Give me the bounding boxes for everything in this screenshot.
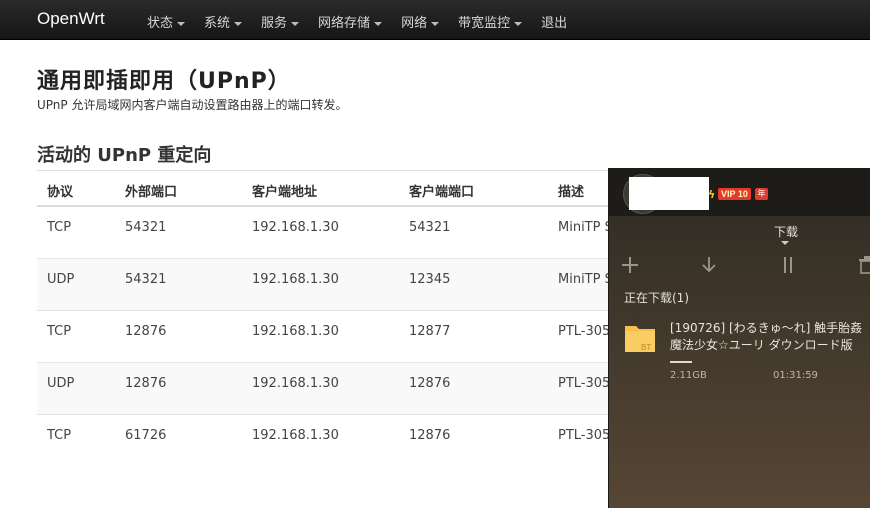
cell-description: MiniTP S: [558, 220, 613, 235]
menu-bandwidth[interactable]: 带宽监控: [458, 12, 523, 31]
column-client-address: 客户端地址: [252, 185, 318, 200]
download-progress-bar: [670, 361, 692, 363]
cell-description: PTL-305/: [558, 376, 615, 391]
username-redacted: [629, 177, 709, 210]
cell-client-port: 12876: [409, 376, 451, 391]
cell-external-port: 61726: [125, 428, 167, 443]
menu-system[interactable]: 系统: [204, 12, 243, 31]
menu-status[interactable]: 状态: [147, 12, 186, 31]
menu-nas[interactable]: 网络存储: [318, 12, 383, 31]
cell-client-port: 12345: [409, 272, 451, 287]
brand-logo[interactable]: OpenWrt: [37, 9, 105, 29]
cell-protocol: TCP: [47, 220, 72, 235]
year-badge: 年: [755, 188, 768, 200]
menu-logout[interactable]: 退出: [541, 12, 567, 31]
download-size: 2.11GB: [670, 370, 707, 381]
chevron-down-icon: [374, 21, 383, 26]
download-time: 01:31:59: [773, 370, 818, 381]
trash-icon[interactable]: [857, 255, 870, 275]
cell-client-address: 192.168.1.30: [252, 220, 339, 235]
cell-client-port: 54321: [409, 220, 451, 235]
menu-network[interactable]: 网络: [401, 12, 440, 31]
lightning-icon: ϟ: [708, 188, 716, 201]
vip-badge: VIP 10: [718, 188, 751, 200]
cell-client-address: 192.168.1.30: [252, 324, 339, 339]
download-manager-panel: ϟ VIP 10 年 下载 正在下载(1) BT [190726] [わるきゅ～…: [608, 168, 870, 508]
cell-description: PTL-305/: [558, 324, 615, 339]
chevron-down-icon: [514, 21, 523, 26]
cell-client-address: 192.168.1.30: [252, 376, 339, 391]
top-navbar: OpenWrt 状态 系统 服务 网络存储 网络 带宽监控 退出: [0, 0, 870, 40]
download-file-name[interactable]: [190726] [わるきゅ～れ] 触手胎姦 魔法少女☆ユーリ ダウンロード版: [670, 320, 862, 354]
bt-folder-icon: BT: [624, 323, 656, 353]
downloading-status: 正在下载(1): [624, 291, 689, 305]
section-title: 活动的 UPnP 重定向: [37, 145, 212, 166]
pause-icon[interactable]: [778, 255, 798, 275]
cell-external-port: 54321: [125, 220, 167, 235]
tab-download[interactable]: 下载: [774, 223, 798, 240]
page-description: UPnP 允许局域网内客户端自动设置路由器上的端口转发。: [37, 98, 348, 112]
cell-protocol: UDP: [47, 376, 75, 391]
cell-protocol: TCP: [47, 324, 72, 339]
tab-indicator-icon: [781, 241, 789, 245]
cell-protocol: UDP: [47, 272, 75, 287]
cell-protocol: TCP: [47, 428, 72, 443]
chevron-down-icon: [291, 21, 300, 26]
main-menu: 状态 系统 服务 网络存储 网络 带宽监控 退出: [147, 12, 586, 31]
cell-description: PTL-305/: [558, 428, 615, 443]
chevron-down-icon: [177, 21, 186, 26]
cell-client-address: 192.168.1.30: [252, 272, 339, 287]
svg-text:BT: BT: [641, 343, 651, 352]
column-protocol: 协议: [47, 185, 74, 200]
cell-external-port: 12876: [125, 376, 167, 391]
cell-client-port: 12876: [409, 428, 451, 443]
menu-services[interactable]: 服务: [261, 12, 300, 31]
chevron-down-icon: [431, 21, 440, 26]
cell-client-address: 192.168.1.30: [252, 428, 339, 443]
column-client-port: 客户端端口: [409, 185, 475, 200]
chevron-down-icon: [234, 21, 243, 26]
user-header: ϟ VIP 10 年: [609, 168, 870, 216]
plus-icon[interactable]: [620, 255, 640, 275]
download-icon[interactable]: [699, 255, 719, 275]
column-description: 描述: [558, 185, 585, 200]
cell-description: MiniTP S: [558, 272, 613, 287]
cell-external-port: 12876: [125, 324, 167, 339]
page-title: 通用即插即用（UPnP）: [37, 69, 291, 94]
column-external-port: 外部端口: [125, 185, 178, 200]
cell-client-port: 12877: [409, 324, 451, 339]
cell-external-port: 54321: [125, 272, 167, 287]
